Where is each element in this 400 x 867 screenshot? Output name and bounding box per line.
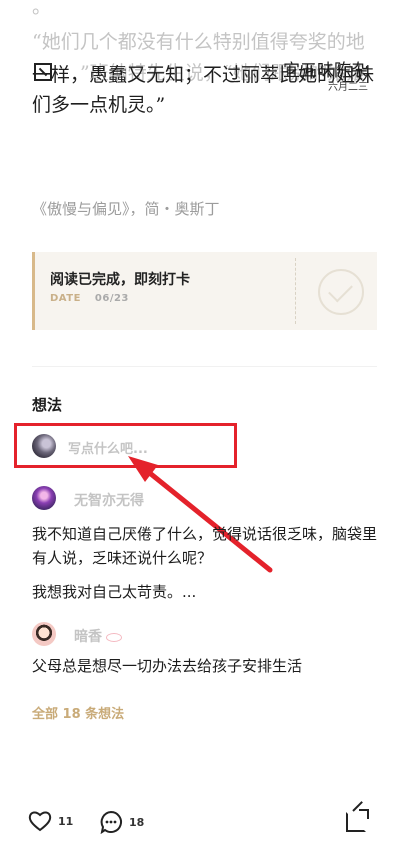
lips-icon bbox=[106, 632, 122, 642]
comment-author[interactable]: 无智亦无得 bbox=[74, 490, 144, 510]
comment-button[interactable]: 18 bbox=[99, 810, 144, 834]
comment-author-name: 暗香 bbox=[74, 629, 102, 645]
annotation-arrow bbox=[128, 456, 273, 573]
comment-count: 18 bbox=[129, 815, 145, 829]
avatar bbox=[32, 622, 56, 646]
comment-text: 我想我对自己太苛责。... bbox=[32, 583, 197, 601]
bottom-bar: 11 18 bbox=[0, 800, 400, 844]
like-button[interactable]: 11 bbox=[28, 810, 73, 832]
share-icon[interactable] bbox=[346, 809, 369, 832]
heart-icon bbox=[28, 811, 52, 832]
like-count: 11 bbox=[58, 814, 74, 828]
comment-author[interactable]: 暗香 bbox=[74, 626, 122, 646]
comment-bubble-icon bbox=[100, 810, 122, 834]
all-comments-link[interactable]: 全部 18 条想法 bbox=[32, 703, 124, 722]
comment-text: 我不知道自己厌倦了什么，觉得说话很乏味，脑袋里有人说，乏味还说什么呢？ bbox=[32, 525, 378, 567]
comment-text: 父母总是想尽一切办法去给孩子安排生活 bbox=[32, 657, 303, 675]
avatar bbox=[32, 486, 56, 510]
